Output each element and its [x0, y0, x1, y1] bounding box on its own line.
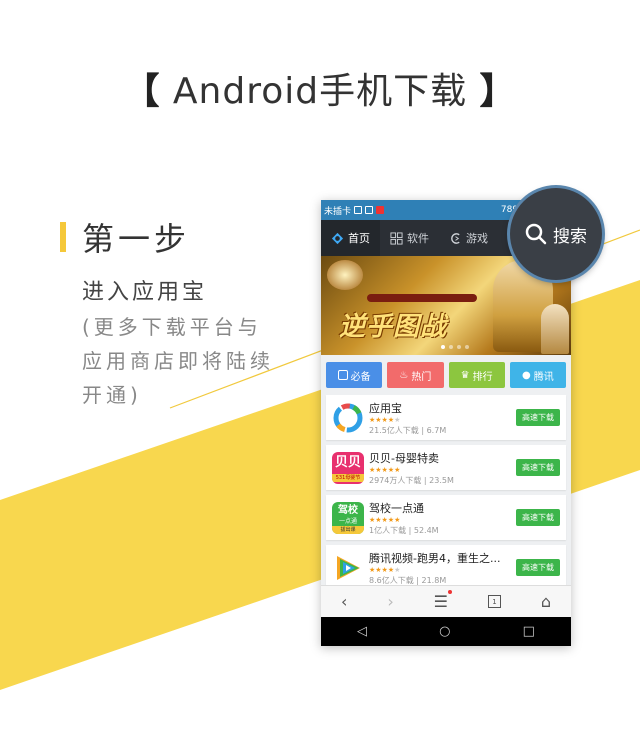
game-logo	[327, 260, 363, 290]
home-icon	[331, 232, 344, 244]
app-name: 应用宝	[369, 401, 402, 415]
list-item[interactable]: 贝贝 531母婴节 贝贝-母婴特卖 ★★★★★ 2974万人下载 | 23.5M…	[326, 445, 566, 490]
step-subtitle: 进入应用宝	[82, 280, 208, 305]
category-label: 热门	[411, 371, 432, 383]
category-label: 腾讯	[533, 371, 554, 383]
app-name: 贝贝-母婴特卖	[369, 451, 439, 465]
system-recent-icon[interactable]: □	[523, 624, 535, 639]
app-meta: 21.5亿人下载 | 6.7M	[369, 425, 447, 435]
download-button[interactable]: 高速下载	[516, 459, 560, 476]
tab-home[interactable]: 首页	[321, 220, 380, 256]
home-nav-icon[interactable]: ⌂	[541, 592, 551, 611]
app-meta: 1亿人下载 | 52.4M	[369, 525, 439, 535]
banner-ribbon	[367, 294, 477, 302]
jiaxiao-app-icon: 驾校 一点通 拔出课	[332, 501, 364, 534]
banner-title: 逆乎图战	[339, 312, 448, 342]
step-description: (更多下载平台与应用商店即将陆续开通)	[82, 315, 274, 407]
list-item[interactable]: 腾讯视频-跑男4，重生之... ★★★★★ 8.6亿人下载 | 21.8M 高速…	[326, 545, 566, 590]
download-button[interactable]: 高速下载	[516, 509, 560, 526]
headline-text: Android手机下载	[172, 71, 468, 112]
tabs-count-icon[interactable]: 1	[487, 595, 501, 608]
app-meta: 2974万人下载 | 23.5M	[369, 475, 454, 485]
app-name: 驾校一点通	[369, 501, 424, 515]
list-item[interactable]: 应用宝 ★★★★★ 21.5亿人下载 | 6.7M 高速下载	[326, 395, 566, 440]
rating-stars: ★★★★★	[369, 565, 401, 574]
rating-stars: ★★★★★	[369, 465, 401, 474]
browser-toolbar: ‹ › ☰ 1 ⌂	[321, 585, 571, 617]
category-essentials[interactable]: 必备	[326, 362, 383, 388]
step-marker	[60, 222, 66, 252]
flame-icon: ♨	[399, 369, 409, 381]
forward-icon[interactable]: ›	[387, 592, 393, 611]
banner-character-secondary	[541, 304, 569, 354]
menu-icon[interactable]: ☰	[434, 590, 452, 611]
category-label: 必备	[350, 371, 371, 383]
tencent-video-app-icon	[332, 551, 364, 584]
app-meta: 8.6亿人下载 | 21.8M	[369, 575, 447, 585]
search-button[interactable]: 搜索	[510, 188, 602, 280]
tab-games-label: 游戏	[466, 232, 488, 245]
yingyongbao-app-icon	[332, 401, 364, 434]
beibei-app-icon: 贝贝 531母婴节	[332, 451, 364, 484]
banner-dot[interactable]	[441, 345, 445, 349]
step-title: 第一步	[82, 220, 191, 258]
category-ranking[interactable]: ♛ 排行	[448, 362, 505, 388]
search-label: 搜索	[553, 226, 587, 247]
sim-icon	[354, 206, 363, 214]
category-label: 排行	[472, 371, 493, 383]
system-nav-bar: ◁ ○ □	[321, 617, 571, 646]
headline-bracket-open: 【	[123, 71, 161, 112]
back-icon[interactable]: ‹	[341, 592, 347, 611]
tab-software[interactable]: 软件	[380, 220, 439, 256]
page-headline: 【 Android手机下载 】	[0, 62, 640, 114]
banner-dot[interactable]	[465, 345, 469, 349]
list-item[interactable]: 驾校 一点通 拔出课 驾校一点通 ★★★★★ 1亿人下载 | 52.4M 高速下…	[326, 495, 566, 540]
rating-stars: ★★★★★	[369, 515, 401, 524]
tab-home-label: 首页	[348, 232, 370, 245]
banner-dot[interactable]	[457, 345, 461, 349]
download-button[interactable]: 高速下载	[516, 559, 560, 576]
carrier-label: 未插卡	[324, 206, 352, 217]
banner-pagination	[441, 345, 469, 349]
grid-icon	[390, 231, 403, 245]
tab-games[interactable]: 游戏	[439, 220, 498, 256]
system-back-icon[interactable]: ◁	[357, 624, 367, 639]
notification-icon	[376, 206, 385, 214]
download-button[interactable]: 高速下载	[516, 409, 560, 426]
download-box-icon	[337, 370, 348, 380]
category-bar: 必备 ♨ 热门 ♛ 排行 ● 腾讯	[321, 355, 571, 395]
app-name: 腾讯视频-跑男4，重生之...	[369, 551, 501, 565]
tab-software-label: 软件	[407, 232, 429, 245]
menu-badge	[448, 590, 452, 594]
system-home-icon[interactable]: ○	[439, 624, 450, 639]
image-icon	[365, 206, 374, 214]
category-hot[interactable]: ♨ 热门	[387, 362, 444, 388]
category-tencent[interactable]: ● 腾讯	[509, 362, 566, 388]
game-icon	[451, 232, 460, 244]
trophy-icon: ♛	[460, 369, 470, 381]
search-icon	[525, 223, 547, 245]
penguin-icon: ●	[522, 369, 531, 381]
headline-bracket-close: 】	[479, 71, 517, 112]
banner-dot[interactable]	[449, 345, 453, 349]
rating-stars: ★★★★★	[369, 415, 401, 424]
